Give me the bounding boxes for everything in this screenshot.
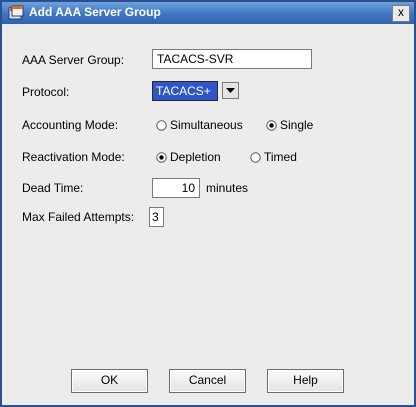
reactivation-timed-label[interactable]: Timed: [264, 150, 297, 164]
dead-time-input[interactable]: 10: [152, 178, 200, 198]
reactivation-depletion-label[interactable]: Depletion: [170, 150, 221, 164]
dead-time-label: Dead Time:: [22, 181, 84, 195]
ok-button[interactable]: OK: [71, 369, 148, 393]
chevron-down-icon: [226, 88, 235, 93]
window-title: Add AAA Server Group: [29, 5, 161, 19]
close-button[interactable]: x: [392, 5, 410, 22]
cancel-button[interactable]: Cancel: [169, 369, 246, 393]
title-bar[interactable]: Add AAA Server Group x: [2, 2, 414, 24]
dead-time-unit: minutes: [206, 181, 249, 195]
reactivation-timed-radio[interactable]: [250, 152, 261, 163]
accounting-single-radio[interactable]: [266, 120, 277, 131]
asdm-window-icon: [8, 5, 24, 21]
protocol-dropdown-button[interactable]: [222, 82, 239, 99]
max-failed-attempts-label: Max Failed Attempts:: [22, 210, 135, 224]
accounting-mode-label: Accounting Mode:: [22, 118, 119, 132]
add-aaa-server-group-dialog: Add AAA Server Group x AAA Server Group:…: [0, 0, 416, 407]
reactivation-depletion-radio[interactable]: [156, 152, 167, 163]
protocol-label: Protocol:: [22, 85, 70, 99]
accounting-simultaneous-radio[interactable]: [156, 120, 167, 131]
protocol-selected-value[interactable]: TACACS+: [152, 81, 218, 101]
max-failed-attempts-input[interactable]: 3: [149, 207, 164, 227]
accounting-simultaneous-label[interactable]: Simultaneous: [170, 118, 243, 132]
dialog-body: AAA Server Group: TACACS-SVR Protocol: T…: [2, 26, 414, 405]
reactivation-mode-label: Reactivation Mode:: [22, 150, 125, 164]
help-button[interactable]: Help: [267, 369, 344, 393]
accounting-single-label[interactable]: Single: [280, 118, 313, 132]
close-icon: x: [398, 5, 404, 19]
server-group-input[interactable]: TACACS-SVR: [152, 49, 312, 69]
server-group-label: AAA Server Group:: [22, 53, 125, 67]
